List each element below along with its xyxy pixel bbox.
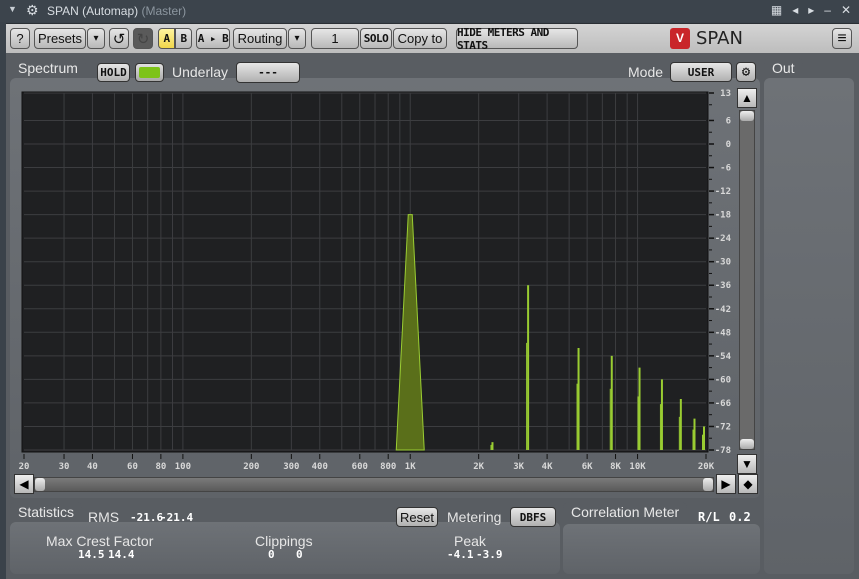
correlation-value: 0.2 <box>729 510 751 524</box>
crest-right: 14.4 <box>108 548 135 561</box>
spectrum-peak-side <box>609 388 611 450</box>
spectrum-peak <box>638 367 641 450</box>
db-tick-label: -66 <box>715 399 731 409</box>
vertical-scroll-thumb-bottom[interactable] <box>740 439 754 449</box>
spectrum-peak-side <box>637 396 639 450</box>
freq-tick-label: 60 <box>127 462 138 472</box>
rms-left: -21.6 <box>130 511 164 524</box>
spectrum-peak <box>491 442 494 450</box>
db-tick-label: -54 <box>715 352 732 362</box>
correlation-panel <box>563 524 760 574</box>
scroll-down-button[interactable]: ▼ <box>737 454 757 474</box>
vertical-scroll-thumb-top[interactable] <box>740 111 754 121</box>
db-tick-label: -36 <box>715 281 731 291</box>
freq-tick-label: 40 <box>87 462 98 472</box>
metering-label: Metering <box>447 509 502 525</box>
rms-right: -21.4 <box>160 511 194 524</box>
db-tick-label: -12 <box>715 187 731 197</box>
spectrum-peak <box>693 418 696 450</box>
spectrum-peak-side <box>678 416 680 450</box>
db-tick-label: 13 <box>720 89 731 99</box>
spectrum-peak-side <box>526 342 528 450</box>
horizontal-scroll-thumb-left[interactable] <box>35 478 45 491</box>
crest-label: Max Crest Factor <box>46 533 154 549</box>
db-tick-label: 6 <box>726 116 731 126</box>
db-tick-label: -78 <box>715 446 731 456</box>
peak-right: -3.9 <box>476 548 503 561</box>
reset-button[interactable]: Reset <box>396 507 438 527</box>
db-tick-label: -30 <box>715 258 731 268</box>
spectrum-peak <box>703 426 706 450</box>
scroll-left-button[interactable]: ◀ <box>14 474 34 494</box>
spectrum-peak-side <box>576 383 578 450</box>
vertical-scrollbar[interactable]: ▲ ▼ <box>737 88 757 474</box>
reset-zoom-button[interactable]: ◆ <box>738 474 758 494</box>
peak-label: Peak <box>454 533 486 549</box>
freq-tick-label: 4K <box>542 462 553 472</box>
freq-tick-label: 20K <box>698 462 715 472</box>
vertical-scroll-track[interactable] <box>739 110 755 450</box>
freq-tick-label: 200 <box>243 462 259 472</box>
freq-tick-label: 30 <box>59 462 70 472</box>
db-tick-label: -42 <box>715 305 731 315</box>
db-tick-label: -72 <box>715 422 731 432</box>
spectrum-peak <box>577 348 580 450</box>
freq-tick-label: 6K <box>582 462 593 472</box>
plot-background <box>21 91 709 453</box>
freq-tick-label: 2K <box>473 462 484 472</box>
spectrum-peak-side <box>659 404 661 450</box>
crest-left: 14.5 <box>78 548 105 561</box>
spectrum-peak-side <box>490 444 492 450</box>
freq-tick-label: 600 <box>352 462 368 472</box>
spectrum-peak <box>610 355 613 450</box>
db-tick-label: -48 <box>715 328 731 338</box>
out-tab[interactable]: Out <box>764 58 803 78</box>
clippings-label: Clippings <box>255 533 313 549</box>
db-tick-label: 0 <box>726 140 731 150</box>
freq-tick-label: 3K <box>513 462 524 472</box>
spectrum-peak-side <box>702 434 704 450</box>
db-tick-label: -24 <box>715 234 732 244</box>
horizontal-scrollbar[interactable]: ◀ ▶ ◆ <box>14 474 758 494</box>
rms-label: RMS <box>88 509 120 525</box>
clippings-right: 0 <box>296 548 303 561</box>
horizontal-scroll-track[interactable] <box>34 477 714 492</box>
freq-tick-label: 20 <box>19 462 30 472</box>
peak-left: -4.1 <box>447 548 474 561</box>
correlation-tab[interactable]: Correlation Meter <box>563 502 688 522</box>
out-panel <box>764 78 854 574</box>
freq-tick-label: 8K <box>610 462 621 472</box>
db-tick-label: -18 <box>715 211 731 221</box>
spectrum-peak-side <box>692 429 694 450</box>
rl-label: R/L <box>698 510 720 524</box>
metering-select[interactable]: DBFS <box>510 507 556 527</box>
spectrum-peak <box>660 379 663 450</box>
freq-tick-label: 100 <box>175 462 191 472</box>
horizontal-scroll-thumb-right[interactable] <box>703 478 713 491</box>
spectrum-peak <box>527 285 530 450</box>
clippings-left: 0 <box>268 548 275 561</box>
statistics-tab[interactable]: Statistics <box>10 502 83 522</box>
db-tick-label: -60 <box>715 375 731 385</box>
freq-tick-label: 400 <box>312 462 328 472</box>
freq-tick-label: 300 <box>283 462 299 472</box>
freq-tick-label: 1K <box>405 462 416 472</box>
spectrum-peak <box>679 399 682 450</box>
scroll-up-button[interactable]: ▲ <box>737 88 757 108</box>
freq-tick-label: 80 <box>155 462 166 472</box>
scroll-right-button[interactable]: ▶ <box>716 474 736 494</box>
freq-tick-label: 10K <box>629 462 646 472</box>
freq-tick-label: 800 <box>380 462 396 472</box>
db-tick-label: -6 <box>720 164 731 174</box>
